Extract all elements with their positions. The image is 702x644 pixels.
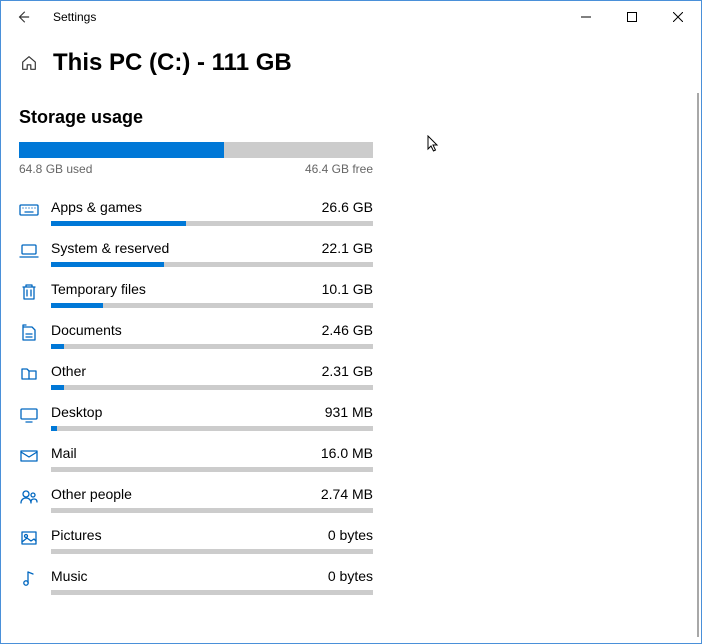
category-bar-fill [51, 426, 57, 431]
category-size: 10.1 GB [322, 281, 373, 297]
category-bar-fill [51, 303, 103, 308]
category-size: 22.1 GB [322, 240, 373, 256]
category-row[interactable]: Other 2.31 GB [19, 356, 373, 397]
category-row[interactable]: Temporary files 10.1 GB [19, 274, 373, 315]
overall-usage-fill [19, 142, 224, 158]
category-label: Other [51, 363, 86, 379]
category-row[interactable]: Desktop 931 MB [19, 397, 373, 438]
mail-icon [19, 446, 39, 466]
category-label: Temporary files [51, 281, 146, 297]
keyboard-icon [19, 200, 39, 220]
cursor-pointer-icon [427, 135, 441, 155]
category-bar [51, 508, 373, 513]
monitor-icon [19, 405, 39, 425]
category-list: Apps & games 26.6 GB System & reserved 22.1… [19, 192, 373, 602]
category-bar-fill [51, 262, 164, 267]
category-size: 0 bytes [328, 527, 373, 543]
used-label: 64.8 GB used [19, 162, 92, 176]
category-row[interactable]: System & reserved 22.1 GB [19, 233, 373, 274]
category-bar-fill [51, 221, 186, 226]
overall-usage-bar [19, 142, 373, 158]
category-bar [51, 303, 373, 308]
category-bar [51, 467, 373, 472]
category-size: 0 bytes [328, 568, 373, 584]
category-bar [51, 385, 373, 390]
storage-usage-heading: Storage usage [19, 107, 373, 128]
category-bar [51, 549, 373, 554]
trash-icon [19, 282, 39, 302]
category-bar-fill [51, 344, 64, 349]
category-label: Music [51, 568, 88, 584]
document-icon [19, 323, 39, 343]
scrollbar[interactable] [697, 93, 699, 637]
category-row[interactable]: Music 0 bytes [19, 561, 373, 602]
category-size: 2.31 GB [322, 363, 373, 379]
category-bar [51, 426, 373, 431]
home-icon[interactable] [19, 53, 39, 73]
free-label: 46.4 GB free [305, 162, 373, 176]
category-bar-fill [51, 385, 64, 390]
close-button[interactable] [655, 1, 701, 33]
back-button[interactable] [9, 3, 37, 31]
category-size: 931 MB [325, 404, 373, 420]
maximize-button[interactable] [609, 1, 655, 33]
category-bar [51, 344, 373, 349]
category-row[interactable]: Mail 16.0 MB [19, 438, 373, 479]
category-label: System & reserved [51, 240, 169, 256]
music-icon [19, 569, 39, 589]
category-size: 2.46 GB [322, 322, 373, 338]
category-size: 16.0 MB [321, 445, 373, 461]
category-bar [51, 590, 373, 595]
picture-icon [19, 528, 39, 548]
folder-icon [19, 364, 39, 384]
category-row[interactable]: Documents 2.46 GB [19, 315, 373, 356]
people-icon [19, 487, 39, 507]
category-bar [51, 221, 373, 226]
category-label: Desktop [51, 404, 102, 420]
category-label: Mail [51, 445, 77, 461]
category-label: Other people [51, 486, 132, 502]
category-label: Pictures [51, 527, 102, 543]
app-title: Settings [53, 10, 96, 24]
category-bar [51, 262, 373, 267]
page-title: This PC (C:) - 111 GB [53, 49, 292, 77]
category-row[interactable]: Apps & games 26.6 GB [19, 192, 373, 233]
minimize-button[interactable] [563, 1, 609, 33]
category-size: 26.6 GB [322, 199, 373, 215]
category-label: Apps & games [51, 199, 142, 215]
category-row[interactable]: Pictures 0 bytes [19, 520, 373, 561]
category-size: 2.74 MB [321, 486, 373, 502]
category-label: Documents [51, 322, 122, 338]
category-row[interactable]: Other people 2.74 MB [19, 479, 373, 520]
laptop-icon [19, 241, 39, 261]
